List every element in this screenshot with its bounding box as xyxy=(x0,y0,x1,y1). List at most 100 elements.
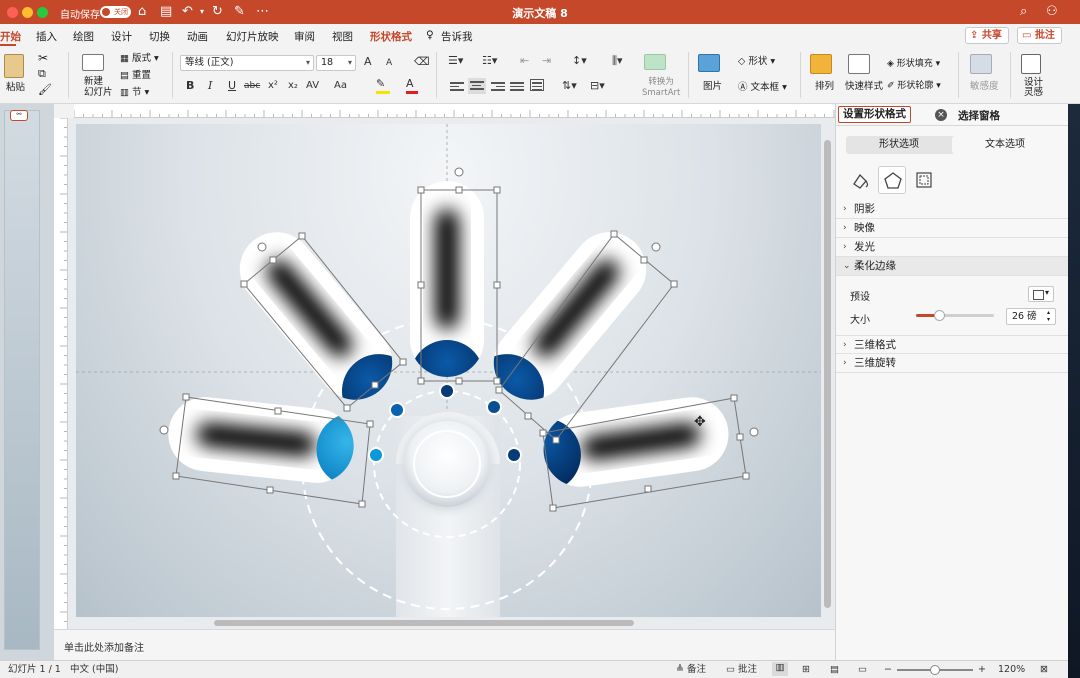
shape-fill-button[interactable]: ◈ 形状填充 ▾ xyxy=(887,58,940,70)
reset-button[interactable]: ▤ 重置 xyxy=(120,70,151,82)
decrease-indent-icon[interactable]: ⇤ xyxy=(520,54,529,68)
share-button[interactable]: ⇪ 共享 xyxy=(965,27,1009,44)
size-properties-icon[interactable] xyxy=(910,166,938,194)
language-indicator[interactable]: 中文 (中国) xyxy=(70,664,118,676)
pill-right[interactable] xyxy=(502,392,733,496)
distributed-icon[interactable] xyxy=(530,79,544,91)
horizontal-ruler[interactable] xyxy=(74,104,836,118)
size-slider[interactable] xyxy=(916,310,994,321)
vertical-scrollbar[interactable] xyxy=(824,140,831,608)
shape-outline-button[interactable]: ✐ 形状轮廓 ▾ xyxy=(887,80,941,92)
subscript-button[interactable]: x₂ xyxy=(288,79,298,93)
tab-home[interactable]: 开始 xyxy=(0,29,21,44)
increase-indent-icon[interactable]: ⇥ xyxy=(542,54,551,68)
normal-view-icon[interactable]: ▥ xyxy=(772,662,788,676)
autosave-toggle[interactable]: 关闭 xyxy=(100,6,131,18)
bold-button[interactable]: B xyxy=(186,79,194,93)
horizontal-scrollbar[interactable] xyxy=(214,620,634,626)
italic-button[interactable]: I xyxy=(208,79,212,93)
fit-to-window-icon[interactable]: ⊠ xyxy=(1040,664,1048,676)
section-3d-format[interactable]: › 三维格式 xyxy=(836,335,1069,354)
notes-placeholder[interactable]: 单击此处添加备注 xyxy=(64,639,144,654)
close-icon[interactable]: × xyxy=(935,109,947,121)
section-shadow[interactable]: › 阴影 xyxy=(836,200,1069,219)
tab-view[interactable]: 视图 xyxy=(332,29,353,44)
home-icon[interactable]: ⌂ xyxy=(138,3,146,21)
section-3d-rotation[interactable]: › 三维旋转 xyxy=(836,354,1069,373)
shapes-button[interactable]: ◇ 形状 ▾ xyxy=(738,56,775,68)
bullets-icon[interactable]: ☰▾ xyxy=(448,54,463,68)
zoom-slider[interactable] xyxy=(897,665,973,675)
tab-animations[interactable]: 动画 xyxy=(187,29,208,44)
highlight-button[interactable]: ✎ xyxy=(376,77,390,94)
tell-me-search[interactable]: 告诉我 xyxy=(441,29,473,44)
textbox-button[interactable]: Ⓐ 文本框 ▾ xyxy=(738,82,787,94)
undo-dropdown-icon[interactable]: ▾ xyxy=(200,3,204,21)
section-soft-edges[interactable]: ⌄ 柔化边缘 xyxy=(836,257,1069,276)
font-name-select[interactable]: 等线 (正文) ▾ xyxy=(180,55,314,71)
zoom-slider-thumb[interactable] xyxy=(930,665,940,675)
edit-doc-icon[interactable]: ✎ xyxy=(234,3,245,21)
shrink-font-button[interactable]: A xyxy=(386,56,392,70)
zoom-in-button[interactable]: + xyxy=(978,664,986,676)
comments-toggle[interactable]: ▭ 批注 xyxy=(726,664,757,676)
section-button[interactable]: ▥ 节 ▾ xyxy=(120,87,149,99)
window-maximize-button[interactable] xyxy=(37,7,48,18)
window-close-button[interactable] xyxy=(7,7,18,18)
section-reflection[interactable]: › 映像 xyxy=(836,219,1069,238)
dot-5[interactable] xyxy=(506,447,522,463)
undo-icon[interactable]: ↶ xyxy=(182,3,193,21)
justify-icon[interactable] xyxy=(510,80,524,92)
dot-3[interactable] xyxy=(486,399,502,415)
tab-transitions[interactable]: 切换 xyxy=(149,29,170,44)
account-icon[interactable]: ⚇ xyxy=(1046,3,1058,21)
save-icon[interactable]: ▤ xyxy=(160,3,172,21)
center-knob[interactable] xyxy=(404,421,490,507)
cut-icon[interactable]: ✂ xyxy=(38,52,48,64)
notes-toggle[interactable]: ≜ 备注 xyxy=(676,664,706,676)
format-painter-icon[interactable]: 🖌 xyxy=(38,84,52,96)
align-text-icon[interactable]: ⊟▾ xyxy=(590,79,605,93)
text-direction-icon[interactable]: ⇅▾ xyxy=(562,79,577,93)
tab-draw[interactable]: 绘图 xyxy=(73,29,94,44)
font-color-button[interactable]: A xyxy=(406,77,418,94)
section-glow[interactable]: › 发光 xyxy=(836,238,1069,257)
line-spacing-icon[interactable]: ↕▾ xyxy=(572,54,587,68)
zoom-level[interactable]: 120% xyxy=(998,664,1025,676)
tab-shape-options[interactable]: 形状选项 xyxy=(846,136,952,154)
fill-line-icon[interactable] xyxy=(846,166,874,194)
superscript-button[interactable]: x² xyxy=(268,79,278,93)
slide-canvas[interactable]: ✥ xyxy=(76,124,821,617)
tab-text-options[interactable]: 文本选项 xyxy=(952,136,1058,154)
effects-icon[interactable] xyxy=(878,166,906,194)
change-case-button[interactable]: Aa xyxy=(334,79,347,93)
vertical-ruler[interactable] xyxy=(54,118,68,633)
tab-design[interactable]: 设计 xyxy=(111,29,132,44)
align-right-icon[interactable] xyxy=(491,80,505,92)
slide-sorter-icon[interactable]: ⊞ xyxy=(802,664,810,676)
grow-font-button[interactable]: A xyxy=(364,55,372,69)
copy-icon[interactable]: ⧉ xyxy=(38,68,46,80)
columns-icon[interactable]: ⫼▾ xyxy=(612,54,623,68)
slide-thumbnail[interactable] xyxy=(4,110,40,650)
tab-insert[interactable]: 插入 xyxy=(36,29,57,44)
tab-slideshow[interactable]: 幻灯片放映 xyxy=(226,29,279,44)
char-spacing-button[interactable]: AV xyxy=(306,79,319,93)
slideshow-icon[interactable]: ▭ xyxy=(858,664,867,676)
layout-button[interactable]: ▦ 版式 ▾ xyxy=(120,53,159,65)
reading-view-icon[interactable]: ▤ xyxy=(830,664,839,676)
dot-4[interactable] xyxy=(368,447,384,463)
notes-pane[interactable]: 单击此处添加备注 xyxy=(54,629,835,660)
strikethrough-button[interactable]: abc xyxy=(244,79,260,93)
more-icon[interactable]: ⋯ xyxy=(256,3,269,21)
format-shape-tab[interactable]: 设置形状格式 xyxy=(838,106,911,123)
underline-button[interactable]: U xyxy=(228,79,236,93)
dot-1[interactable] xyxy=(389,402,405,418)
dot-2[interactable] xyxy=(439,383,455,399)
numbering-icon[interactable]: ☷▾ xyxy=(482,54,497,68)
redo-icon[interactable]: ↻ xyxy=(212,3,223,21)
window-minimize-button[interactable] xyxy=(22,7,33,18)
align-center-icon[interactable] xyxy=(468,78,486,94)
tab-shape-format[interactable]: 形状格式 xyxy=(370,29,412,44)
font-size-select[interactable]: 18 ▾ xyxy=(316,55,356,71)
